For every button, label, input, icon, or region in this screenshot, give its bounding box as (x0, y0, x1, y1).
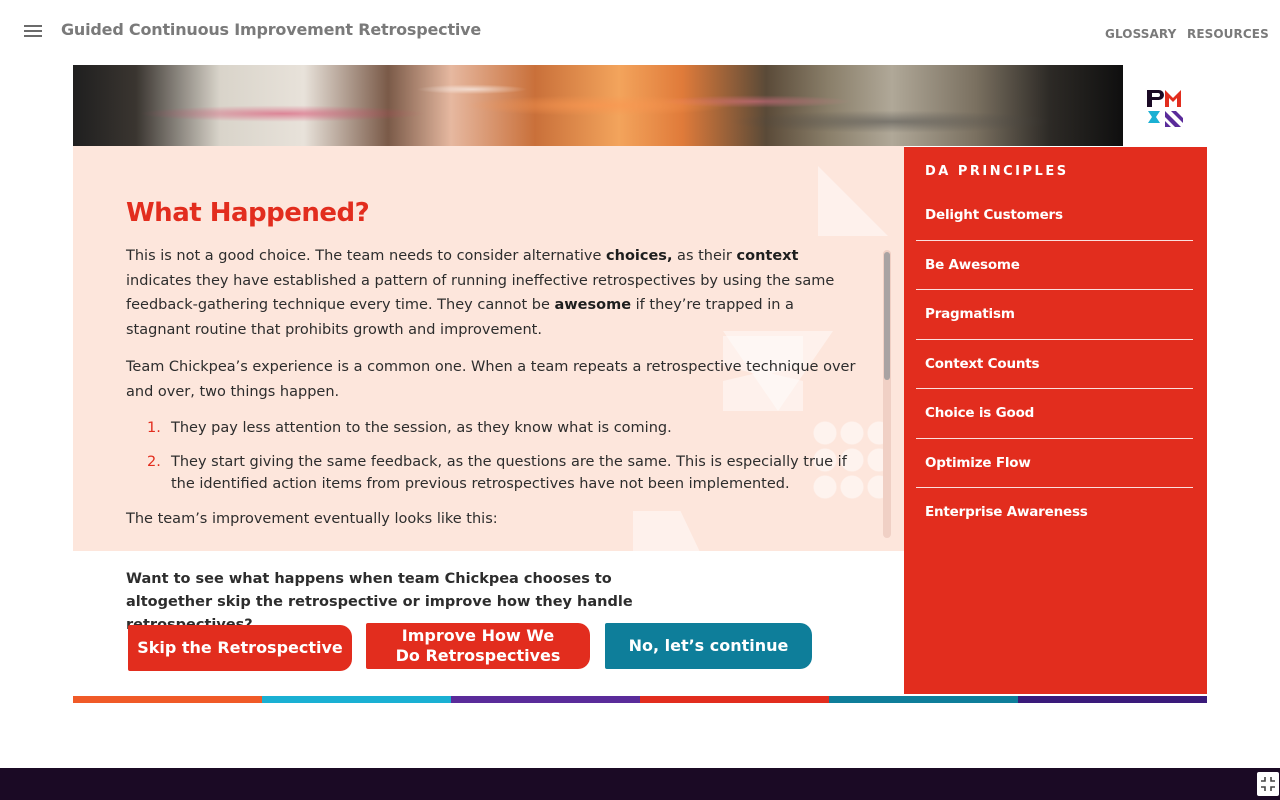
content-scrollbar[interactable] (883, 250, 891, 538)
principle-enterprise-awareness[interactable]: Enterprise Awareness (916, 488, 1193, 538)
skip-retrospective-button[interactable]: Skip the Retrospective (128, 625, 352, 671)
principles-sidebar: DA PRINCIPLES Delight Customers Be Aweso… (904, 147, 1207, 694)
top-bar: Guided Continuous Improvement Retrospect… (0, 0, 1280, 62)
pmi-logo (1145, 89, 1187, 129)
strip-segment (73, 696, 262, 703)
numbered-list: 1. They pay less attention to the session… (126, 417, 856, 495)
strip-segment (1018, 696, 1207, 703)
color-strip (73, 696, 1207, 703)
strip-segment (640, 696, 829, 703)
footer-bar (0, 768, 1280, 800)
paragraph-2: Team Chickpea’s experience is a common o… (126, 359, 856, 400)
principle-pragmatism[interactable]: Pragmatism (916, 290, 1193, 340)
course-title: Guided Continuous Improvement Retrospect… (61, 20, 482, 39)
banner-image (73, 65, 1123, 146)
body-text: This is not a good choice. The team need… (126, 244, 856, 545)
paragraph-3: The team’s improvement eventually looks … (126, 511, 498, 527)
improve-button-line-1: Improve How We (401, 626, 555, 645)
exit-fullscreen-icon[interactable] (1257, 772, 1279, 796)
scrollbar-thumb[interactable] (884, 252, 890, 380)
improve-button-line-2: Do Retrospectives (395, 646, 561, 665)
principle-optimize-flow[interactable]: Optimize Flow (916, 439, 1193, 488)
principle-context-counts[interactable]: Context Counts (916, 340, 1193, 389)
page-heading: What Happened? (126, 198, 370, 228)
hamburger-menu-icon[interactable] (24, 25, 42, 38)
resources-link[interactable]: RESOURCES (1187, 27, 1269, 41)
list-item: 1. They pay less attention to the session… (147, 420, 672, 436)
continue-button[interactable]: No, let’s continue (605, 623, 812, 669)
strip-segment (451, 696, 640, 703)
principle-delight-customers[interactable]: Delight Customers (916, 191, 1193, 241)
paragraph-1: This is not a good choice. The team need… (126, 248, 835, 338)
improve-retrospectives-button[interactable]: Improve How We Do Retrospectives (366, 623, 590, 669)
strip-segment (262, 696, 451, 703)
content-panel: What Happened? This is not a good choice… (73, 146, 904, 551)
principles-list: Delight Customers Be Awesome Pragmatism … (916, 191, 1193, 538)
strip-segment (829, 696, 1018, 703)
glossary-link[interactable]: GLOSSARY (1105, 27, 1176, 41)
principle-be-awesome[interactable]: Be Awesome (916, 241, 1193, 290)
decorative-triangle (818, 166, 888, 236)
principle-choice-is-good[interactable]: Choice is Good (916, 389, 1193, 439)
list-item: 2. They start giving the same feedback, a… (147, 454, 847, 492)
sidebar-title: DA PRINCIPLES (925, 164, 1069, 179)
